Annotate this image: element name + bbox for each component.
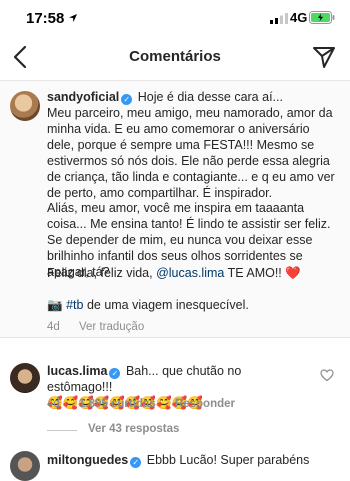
translate-link[interactable]: Ver tradução: [79, 321, 144, 333]
caption-time: 4d: [47, 321, 60, 333]
reply-button[interactable]: Responder: [175, 398, 235, 410]
signal-icon: [270, 13, 288, 24]
caption-greeting: Feliz dia, feliz vida,: [47, 266, 153, 280]
next-comment-text: Ebbb Lucão! Super parabéns: [146, 453, 310, 467]
next-comment: miltonguedes ✓ Ebbb Lucão! Super parabéns: [47, 452, 339, 468]
caption-closing: TE AMO!!: [227, 266, 282, 280]
nav-bar: Comentários: [0, 36, 350, 80]
share-button[interactable]: [311, 44, 337, 70]
verified-badge-icon: ✓: [130, 457, 142, 468]
replies-divider: [47, 430, 77, 431]
next-comment-username[interactable]: miltonguedes: [47, 453, 128, 467]
location-arrow-icon: [69, 14, 77, 22]
view-replies-button[interactable]: Ver 43 respostas: [88, 423, 179, 435]
caption-first-line: Hoje é dia desse cara aí...: [137, 90, 283, 104]
caption-username[interactable]: sandyoficial: [47, 90, 119, 104]
caption-tb-text: de uma viagem inesquecível.: [86, 298, 249, 312]
caption-meta: 4d Ver tradução: [47, 321, 160, 333]
caption-text: sandyoficial ✓ Hoje é dia desse cara aí..…: [47, 89, 339, 201]
status-bar: 17:58 4G: [0, 0, 350, 36]
camera-icon: 📷: [47, 298, 63, 312]
verified-badge-icon: ✓: [121, 94, 133, 105]
comment-meta: 4d 1.895 curtidas Responder: [47, 398, 251, 410]
caption-paragraph-3: Feliz dia, feliz vida, @lucas.lima TE AM…: [47, 265, 339, 281]
comment-username[interactable]: lucas.lima: [47, 364, 107, 378]
mention-link[interactable]: @lucas.lima: [156, 266, 224, 280]
network-type: 4G: [290, 10, 308, 25]
page-title: Comentários: [129, 48, 221, 65]
avatar[interactable]: [10, 363, 40, 393]
heart-emoji: ❤️: [285, 266, 301, 280]
caption-paragraph-1: Meu parceiro, meu amigo, meu namorado, a…: [47, 106, 335, 200]
status-time: 17:58: [26, 10, 65, 27]
heart-like-icon[interactable]: [320, 368, 334, 382]
hashtag-link[interactable]: #tb: [66, 298, 83, 312]
verified-badge-icon: ✓: [109, 368, 121, 379]
avatar[interactable]: [10, 91, 40, 121]
comment-time: 4d: [47, 398, 60, 410]
comment-likes[interactable]: 1.895 curtidas: [79, 398, 156, 410]
battery-icon: [309, 11, 335, 24]
caption-tb-line: 📷 #tb de uma viagem inesquecível.: [47, 297, 339, 313]
avatar[interactable]: [10, 451, 40, 481]
caption-section: sandyoficial ✓ Hoje é dia desse cara aí..…: [0, 80, 350, 338]
